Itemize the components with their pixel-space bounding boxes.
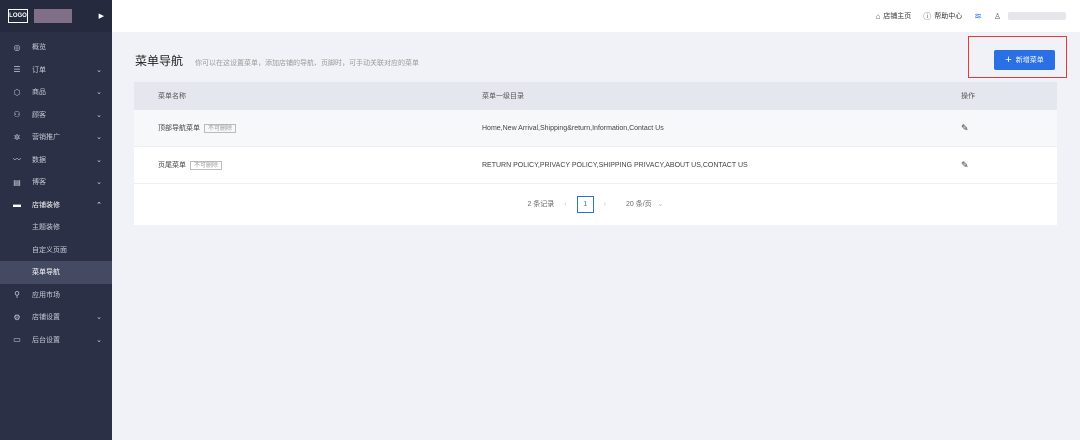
menu-table-card: 菜单名称 菜单一级目录 操作 顶部导航菜单 不可删除 Home,New Arri… [134, 82, 1057, 225]
help-center-label: 帮助中心 [934, 13, 963, 20]
sidebar-item-admin-settings[interactable]: ▭ 后台设置 ⌄ [0, 329, 112, 352]
sidebar-item-overview[interactable]: ◎ 概览 [0, 36, 112, 59]
store-name-blurred [34, 9, 72, 23]
store-home-label: 店铺主页 [883, 13, 912, 20]
wifi-icon[interactable]: ≋ [974, 11, 982, 22]
sidebar-item-label: 订单 [32, 66, 46, 74]
sidebar-item-blog[interactable]: ▤ 博客 ⌄ [0, 171, 112, 194]
chevron-down-icon: ⌄ [96, 314, 102, 322]
sidebar-subitem-theme[interactable]: 主题装修 [0, 216, 112, 239]
chevron-down-icon: ⌄ [96, 179, 102, 187]
page-header: 菜单导航 你可以在这设置菜单，添加店铺的导航、页脚时，可手动关联对应的菜单 [135, 52, 419, 69]
customers-icon: ⚇ [13, 110, 21, 120]
sidebar-item-label: 概览 [32, 44, 46, 52]
sidebar-item-label: 店铺装修 [32, 201, 60, 209]
user-icon: ♙ [993, 11, 1001, 21]
sidebar: LOGO ▶ ◎ 概览 ☰ 订单 ⌄ ⬡ 商品 ⌄ ⚇ 顾客 ⌄ ✲ 营销推广 … [0, 0, 112, 440]
sidebar-item-customers[interactable]: ⚇ 顾客 ⌄ [0, 104, 112, 127]
marketing-icon: ✲ [13, 132, 21, 142]
page-size-select[interactable]: 20 条/页 ⌄ [626, 199, 664, 209]
sidebar-item-products[interactable]: ⬡ 商品 ⌄ [0, 81, 112, 104]
product-icon: ⬡ [13, 87, 21, 97]
menu-name: 顶部导航菜单 [158, 125, 200, 132]
add-menu-button[interactable]: + 新增菜单 [994, 50, 1055, 70]
chevron-down-icon: ⌄ [96, 89, 102, 97]
logo: LOGO [8, 9, 28, 23]
help-icon: ⓘ [923, 11, 932, 21]
help-center-link[interactable]: ⓘ 帮助中心 [923, 11, 962, 22]
chevron-down-icon: ⌄ [96, 134, 102, 142]
top-header: ⌂ 店铺主页 ⓘ 帮助中心 ≋ ♙ [112, 0, 1080, 32]
undeletable-tag: 不可删除 [190, 160, 223, 170]
sidebar-item-label: 商品 [32, 89, 46, 97]
chevron-up-icon: ⌃ [96, 201, 102, 209]
table-header: 菜单名称 菜单一级目录 操作 [134, 82, 1057, 110]
sidebar-item-marketing[interactable]: ✲ 营销推广 ⌄ [0, 126, 112, 149]
table-row: 页尾菜单 不可删除 RETURN POLICY,PRIVACY POLICY,S… [134, 147, 1057, 184]
page-title: 菜单导航 [135, 54, 184, 68]
sidebar-item-label: 后台设置 [32, 336, 60, 344]
edit-icon[interactable]: ✎ [961, 123, 969, 133]
sidebar-item-label: 数据 [32, 156, 46, 164]
chevron-down-icon: ⌄ [96, 336, 102, 344]
edit-icon[interactable]: ✎ [961, 160, 969, 170]
orders-icon: ☰ [13, 65, 21, 75]
prev-page-icon[interactable]: ‹ [564, 201, 566, 208]
logo-row: LOGO ▶ [0, 0, 112, 32]
plus-icon: + [1005, 53, 1012, 66]
sidebar-item-data[interactable]: 〰 数据 ⌄ [0, 149, 112, 172]
user-name-blurred [1008, 12, 1066, 20]
sidebar-item-orders[interactable]: ☰ 订单 ⌄ [0, 59, 112, 82]
sidebar-item-store-design[interactable]: ▬ 店铺装修 ⌃ [0, 194, 112, 217]
menu-items: Home,New Arrival,Shipping&return,Informa… [482, 124, 664, 132]
gear-icon: ⚙ [13, 312, 21, 322]
sidebar-subitem-menu-nav[interactable]: 菜单导航 [0, 261, 112, 284]
chevron-down-icon: ⌄ [96, 66, 102, 74]
undeletable-tag: 不可删除 [204, 123, 237, 133]
column-header-name: 菜单名称 [158, 93, 186, 100]
add-menu-label: 新增菜单 [1015, 57, 1044, 64]
app-market-icon: ⚲ [14, 290, 20, 300]
sidebar-item-store-settings[interactable]: ⚙ 店铺设置 ⌄ [0, 306, 112, 329]
user-menu[interactable]: ♙ [994, 12, 1066, 21]
store-home-link[interactable]: ⌂ 店铺主页 [875, 11, 911, 21]
page-size-value: 20 条/页 [625, 201, 652, 208]
sidebar-nav: ◎ 概览 ☰ 订单 ⌄ ⬡ 商品 ⌄ ⚇ 顾客 ⌄ ✲ 营销推广 ⌄ 〰 数据 … [0, 32, 112, 351]
menu-items: RETURN POLICY,PRIVACY POLICY,SHIPPING PR… [482, 161, 748, 169]
sidebar-subitem-custom-pages[interactable]: 自定义页面 [0, 239, 112, 262]
chevron-down-icon: ⌄ [657, 201, 664, 208]
sidebar-item-label: 顾客 [32, 111, 46, 119]
store-design-icon: ▬ [13, 200, 21, 210]
sidebar-item-app-market[interactable]: ⚲ 应用市场 [0, 284, 112, 307]
collapse-arrow-icon[interactable]: ▶ [99, 12, 104, 20]
chevron-down-icon: ⌄ [96, 156, 102, 164]
next-page-icon[interactable]: › [604, 201, 606, 208]
column-header-actions: 操作 [961, 93, 975, 100]
page-hint: 你可以在这设置菜单，添加店铺的导航、页脚时，可手动关联对应的菜单 [195, 60, 420, 67]
home-icon: ⌂ [875, 11, 881, 21]
page-number[interactable]: 1 [576, 195, 594, 213]
blog-icon: ▤ [13, 177, 21, 187]
monitor-icon: ▭ [13, 335, 21, 345]
pagination: 2 条记录 ‹ 1 › 20 条/页 ⌄ [134, 184, 1057, 224]
sidebar-item-label: 营销推广 [32, 134, 60, 142]
chart-line-icon: 〰 [13, 155, 21, 165]
chevron-down-icon: ⌄ [96, 111, 102, 119]
table-row: 顶部导航菜单 不可删除 Home,New Arrival,Shipping&re… [134, 110, 1057, 147]
dashboard-icon: ◎ [13, 42, 21, 52]
total-records: 2 条记录 [527, 201, 555, 208]
sidebar-item-label: 店铺设置 [32, 314, 60, 322]
sidebar-item-label: 应用市场 [32, 291, 60, 299]
sidebar-item-label: 博客 [32, 179, 46, 187]
menu-name: 页尾菜单 [158, 162, 186, 169]
column-header-items: 菜单一级目录 [482, 93, 524, 100]
